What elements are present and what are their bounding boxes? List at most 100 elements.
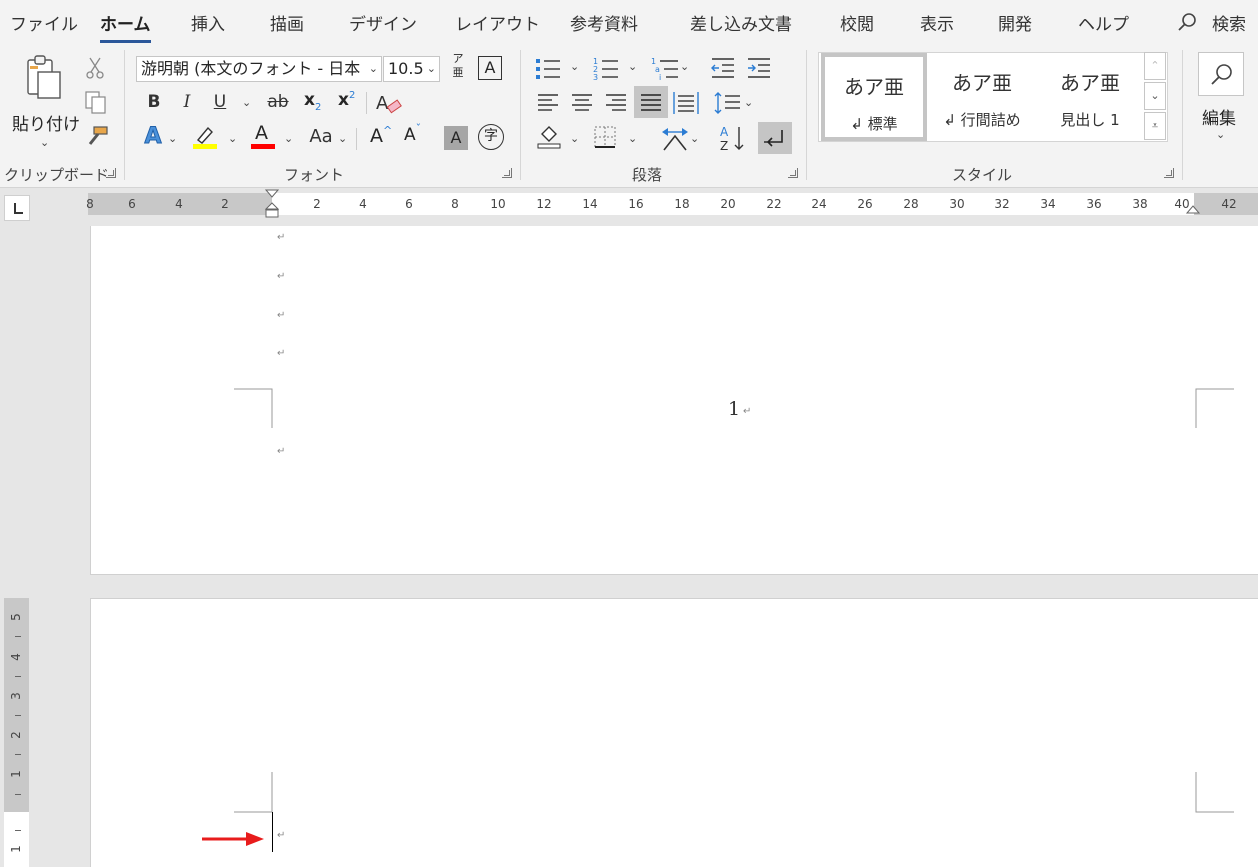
highlight-dropdown-icon[interactable]: ⌄ (228, 132, 237, 145)
style-preview: あア亜 (952, 71, 1012, 95)
highlight-button[interactable] (192, 124, 218, 150)
paragraph-launcher-icon[interactable] (788, 168, 798, 178)
ruler-number: 24 (811, 197, 827, 211)
paste-dropdown-icon[interactable]: ⌄ (40, 136, 49, 149)
tab-developer[interactable]: 開発 (998, 10, 1032, 35)
borders-dropdown-icon[interactable]: ⌄ (628, 132, 637, 145)
phonetic-guide-button[interactable]: ア 亜 (448, 52, 468, 86)
styles-more-icon[interactable]: ⩡ (1144, 112, 1166, 140)
right-indent-marker-icon[interactable] (1186, 205, 1200, 215)
sort-icon[interactable]: AZ (718, 124, 748, 152)
shading-bucket-icon[interactable] (536, 124, 564, 150)
ruler-number: 42 (1221, 197, 1237, 211)
paste-button[interactable]: 貼り付け ⌄ (8, 52, 80, 156)
character-shading-button[interactable]: A (444, 126, 468, 150)
ruler-row: 8 6 4 2 2 4 6 8 10 12 14 16 18 20 22 24 … (0, 188, 1258, 226)
grow-font-button[interactable]: A^ (370, 124, 394, 151)
clipboard-launcher-icon[interactable] (106, 168, 116, 178)
vertical-ruler[interactable]: 5 4 3 2 1 1 (4, 598, 29, 867)
bullets-icon[interactable] (534, 56, 562, 80)
horizontal-ruler[interactable]: 8 6 4 2 2 4 6 8 10 12 14 16 18 20 22 24 … (86, 189, 1258, 218)
editing-button[interactable]: 編集 ⌄ (1196, 52, 1246, 142)
font-launcher-icon[interactable] (502, 168, 512, 178)
font-size-combo[interactable]: 10.5 ⌄ (383, 56, 440, 82)
numbering-icon[interactable]: 123 (592, 56, 620, 80)
underline-button[interactable]: U (210, 90, 230, 116)
tab-draw[interactable]: 描画 (270, 10, 304, 35)
superscript-button[interactable]: x2 (338, 90, 362, 116)
styles-scroll-down-icon[interactable]: ⌄ (1144, 82, 1166, 110)
character-spacing-dropdown-icon[interactable]: ⌄ (690, 132, 699, 145)
font-color-dropdown-icon[interactable]: ⌄ (284, 132, 293, 145)
styles-launcher-icon[interactable] (1164, 168, 1174, 178)
tab-home[interactable]: ホーム (100, 10, 151, 43)
tab-references[interactable]: 参考資料 (570, 10, 638, 35)
borders-icon[interactable] (592, 124, 618, 150)
justify-button[interactable] (634, 86, 668, 118)
tab-file[interactable]: ファイル (10, 10, 78, 35)
line-spacing-dropdown-icon[interactable]: ⌄ (744, 96, 753, 109)
ruler-number: 1 (8, 845, 23, 853)
tab-insert[interactable]: 挿入 (191, 10, 225, 35)
tab-help[interactable]: ヘルプ (1078, 10, 1129, 35)
enclose-characters-button[interactable]: 字 (478, 124, 504, 150)
ruler-number: 8 (86, 197, 94, 211)
copy-icon[interactable] (84, 90, 108, 116)
bold-button[interactable]: B (144, 90, 164, 116)
crop-mark (234, 772, 273, 813)
character-border-button[interactable]: A (478, 56, 502, 80)
indent-marker-icon[interactable] (265, 189, 279, 219)
tab-view[interactable]: 表示 (920, 10, 954, 35)
change-case-dropdown-icon[interactable]: ⌄ (338, 132, 347, 145)
tab-selector-icon[interactable] (4, 195, 30, 221)
tab-layout[interactable]: レイアウト (455, 10, 540, 35)
clear-formatting-icon[interactable]: A (374, 90, 404, 116)
strikethrough-button[interactable]: ab (264, 90, 292, 116)
superscript-mark: 2 (348, 90, 356, 101)
italic-button[interactable]: I (178, 90, 196, 116)
ruler-number: 10 (490, 197, 506, 211)
format-painter-icon[interactable] (84, 124, 110, 150)
styles-scroll-up-icon[interactable]: ⌃ (1144, 52, 1166, 80)
font-color-button[interactable]: A (250, 122, 276, 150)
bullets-dropdown-icon[interactable]: ⌄ (570, 60, 579, 73)
decrease-indent-icon[interactable] (710, 56, 736, 80)
distributed-icon[interactable] (672, 90, 700, 116)
svg-text:i: i (659, 73, 661, 80)
document-page-2[interactable] (90, 598, 1258, 867)
character-spacing-icon[interactable] (658, 124, 692, 152)
crop-mark (234, 388, 273, 428)
paragraph-mark: ↵ (277, 446, 286, 457)
shading-dropdown-icon[interactable]: ⌄ (570, 132, 579, 145)
search-label: 検索 (1212, 15, 1246, 35)
align-right-icon[interactable] (604, 90, 628, 114)
search-box[interactable]: 検索 (1174, 8, 1258, 36)
show-formatting-button[interactable] (758, 122, 792, 154)
tab-review[interactable]: 校閲 (840, 10, 874, 35)
ribbon-tab-bar: ファイル ホーム 挿入 描画 デザイン レイアウト 参考資料 差し込み文書 校閲… (0, 0, 1258, 46)
text-effects-dropdown-icon[interactable]: ⌄ (168, 132, 177, 145)
font-name-value: 游明朝 (本文のフォント - 日本 (141, 59, 361, 78)
style-heading-1[interactable]: あア亜 見出し 1 (1037, 53, 1143, 141)
subscript-button[interactable]: x2 (304, 90, 328, 116)
paragraph-group-label: 段落 (632, 166, 663, 184)
text-effects-button[interactable]: A (140, 124, 166, 151)
underline-dropdown-icon[interactable]: ⌄ (242, 96, 251, 109)
style-name: ↲ 行間詰め (943, 111, 1021, 129)
align-left-icon[interactable] (536, 90, 560, 114)
increase-indent-icon[interactable] (746, 56, 772, 80)
font-name-combo[interactable]: 游明朝 (本文のフォント - 日本 ⌄ (136, 56, 382, 82)
style-no-spacing[interactable]: あア亜 ↲ 行間詰め (929, 53, 1035, 141)
shrink-font-button[interactable]: Aˇ (404, 122, 428, 151)
multilevel-list-icon[interactable]: 1ai (650, 56, 680, 80)
cut-icon[interactable] (84, 56, 106, 80)
multilevel-dropdown-icon[interactable]: ⌄ (680, 60, 689, 73)
style-normal[interactable]: あア亜 ↲ 標準 (821, 53, 927, 141)
align-center-icon[interactable] (570, 90, 594, 114)
group-divider (520, 50, 521, 180)
line-spacing-icon[interactable] (712, 90, 742, 116)
change-case-button[interactable]: Aa (306, 125, 336, 151)
tab-mailings[interactable]: 差し込み文書 (690, 10, 792, 35)
numbering-dropdown-icon[interactable]: ⌄ (628, 60, 637, 73)
tab-design[interactable]: デザイン (349, 10, 417, 35)
